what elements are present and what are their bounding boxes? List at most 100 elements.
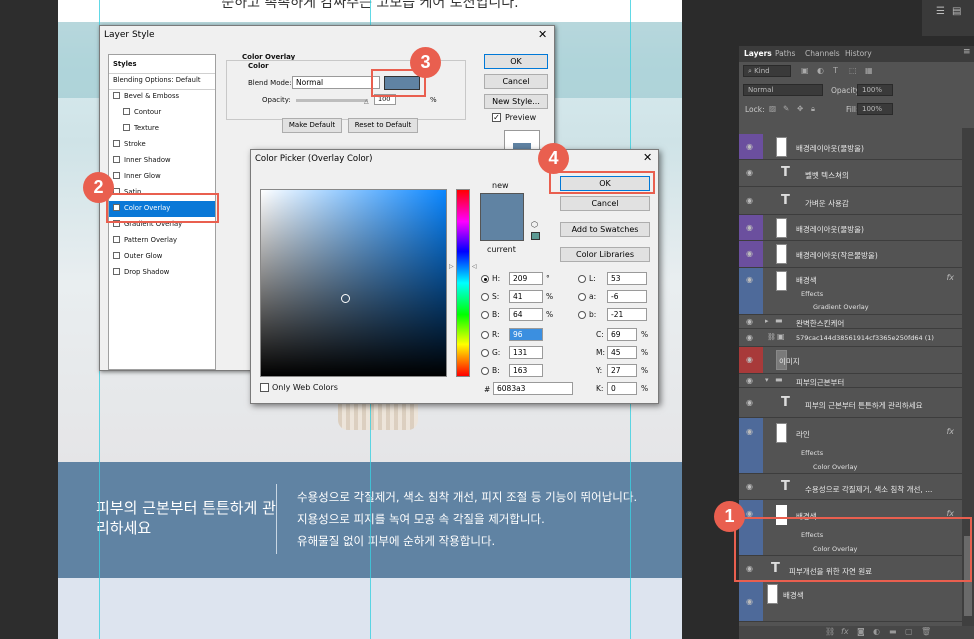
checkbox[interactable] [123,124,130,131]
lock-pixels-icon[interactable]: ✎ [783,104,789,113]
layer-row[interactable]: ◉ 배경색 [739,582,962,622]
gamut-warning-icon[interactable]: ⬡ [531,220,538,229]
g-radio[interactable] [481,349,489,357]
panel-menu-icon[interactable]: ≡ [963,47,971,57]
layer-row[interactable]: ◉ ⛓ ▣ 579cac144d38561914cf3365e250fd64 (… [739,329,962,347]
layer-row[interactable]: ◉ T 수용성으로 각질제거, 색소 침착 개선, ... [739,474,962,500]
type-filter-icon[interactable]: T [833,66,838,75]
lab-b-field[interactable]: -21 [607,308,647,321]
style-item-bevel[interactable]: Bevel & Emboss [109,89,215,105]
r-radio[interactable] [481,331,489,339]
style-item-drop-shadow[interactable]: Drop Shadow [109,265,215,281]
checkbox[interactable] [113,268,120,275]
adjustment-layer-icon[interactable]: ◐ [873,627,880,636]
new-style-button[interactable]: New Style... [484,94,548,109]
eye-icon[interactable]: ◉ [746,317,753,326]
slider-handle-icon[interactable]: △ [364,98,369,105]
l-radio[interactable] [578,275,586,283]
style-item-pattern-overlay[interactable]: Pattern Overlay [109,233,215,249]
color-cursor[interactable] [341,294,350,303]
hex-field[interactable]: 6083a3 [493,382,573,395]
layer-row[interactable]: ◉ ▸ ▬ 완벽한스킨케어 [739,315,962,329]
effect-name[interactable]: Color Overlay [813,463,857,471]
eye-icon[interactable]: ◉ [746,142,753,151]
new-group-icon[interactable]: ▬ [889,627,897,636]
hue-slider[interactable] [456,189,470,377]
lock-position-icon[interactable]: ✥ [797,104,803,113]
lab-b-radio[interactable] [578,311,586,319]
new-layer-icon[interactable]: ▢ [905,627,913,636]
add-style-icon[interactable]: fx [841,627,849,636]
h-field[interactable]: 209 [509,272,543,285]
a-radio[interactable] [578,293,586,301]
k-field[interactable]: 0 [607,382,637,395]
ok-button[interactable]: OK [484,54,548,69]
add-mask-icon[interactable]: ◙ [857,627,865,636]
hue-handle-left-icon[interactable]: ▷ [449,263,454,270]
checkbox[interactable] [113,236,120,243]
eye-icon[interactable]: ◉ [746,427,753,436]
s-radio[interactable] [481,293,489,301]
adjust-filter-icon[interactable]: ◐ [817,66,824,75]
layer-row[interactable]: ◉ 배경레이아웃(작은물방울) [739,241,962,268]
close-icon[interactable]: ✕ [538,28,547,41]
properties-icon[interactable]: ▤ [952,6,961,17]
checkbox[interactable] [113,172,120,179]
layer-row[interactable]: ◉ 배경레이아웃(물방울) [739,134,962,160]
layer-row[interactable]: ◉ 배경색 fx Effects Gradient Overlay [739,268,962,315]
g-field[interactable]: 131 [509,346,543,359]
layer-row[interactable]: ◉ 이미지 [739,347,962,374]
eye-icon[interactable]: ◉ [746,249,753,258]
layer-row[interactable]: ◉ ▾ ▬ 피부의근본부터 [739,374,962,388]
web-safe-swatch[interactable] [531,232,540,240]
trash-icon[interactable]: 🗑︎ [921,627,931,636]
eye-icon[interactable]: ◉ [746,398,753,407]
opacity-field[interactable]: 100% [857,84,893,96]
color-libraries-button[interactable]: Color Libraries [560,247,650,262]
collapse-arrow-icon[interactable]: ▾ [765,376,769,384]
blend-mode-select[interactable]: Normal [292,76,380,89]
close-icon[interactable]: ✕ [643,151,652,164]
style-item-contour[interactable]: Contour [109,105,215,121]
b-field[interactable]: 64 [509,308,543,321]
eye-icon[interactable]: ◉ [746,333,753,342]
s-field[interactable]: 41 [509,290,543,303]
eye-icon[interactable]: ◉ [746,275,753,284]
checkbox[interactable] [113,140,120,147]
link-layers-icon[interactable]: ⛓ [825,627,835,636]
c-field[interactable]: 69 [607,328,637,341]
m-field[interactable]: 45 [607,346,637,359]
expand-arrow-icon[interactable]: ▸ [765,317,769,325]
fill-field[interactable]: 100% [857,103,893,115]
a-field[interactable]: -6 [607,290,647,303]
checkbox[interactable] [123,108,130,115]
eye-icon[interactable]: ◉ [746,196,753,205]
r-field[interactable]: 96 [509,328,543,341]
b-radio[interactable] [481,311,489,319]
opacity-slider[interactable] [296,99,368,102]
layer-row[interactable]: ◉ T 가벼운 사용감 [739,187,962,215]
eye-icon[interactable]: ◉ [746,223,753,232]
layer-row[interactable]: ◉ T 피부의 근본부터 튼튼하게 관리하세요 [739,388,962,418]
hue-handle-right-icon[interactable]: ◁ [472,263,477,270]
tab-history[interactable]: History [845,49,872,58]
lock-all-icon[interactable]: 🔒︎ [811,104,815,114]
cancel-button[interactable]: Cancel [484,74,548,89]
effect-name[interactable]: Gradient Overlay [813,303,869,311]
lock-transparent-icon[interactable]: ▨ [769,104,776,113]
reset-default-button[interactable]: Reset to Default [348,118,418,133]
tab-channels[interactable]: Channels [805,49,840,58]
tab-paths[interactable]: Paths [775,49,795,58]
eye-icon[interactable]: ◉ [746,355,753,364]
eye-icon[interactable]: ◉ [746,376,753,385]
preview-checkbox[interactable]: ✓ [492,113,501,122]
shape-filter-icon[interactable]: ⬚ [849,66,857,75]
checkbox[interactable] [113,252,120,259]
make-default-button[interactable]: Make Default [282,118,342,133]
blue-radio[interactable] [481,367,489,375]
l-field[interactable]: 53 [607,272,647,285]
fx-icon[interactable]: fx [946,427,954,436]
style-item-inner-shadow[interactable]: Inner Shadow [109,153,215,169]
y-field[interactable]: 27 [607,364,637,377]
blend-mode-select[interactable]: Normal [743,84,823,96]
